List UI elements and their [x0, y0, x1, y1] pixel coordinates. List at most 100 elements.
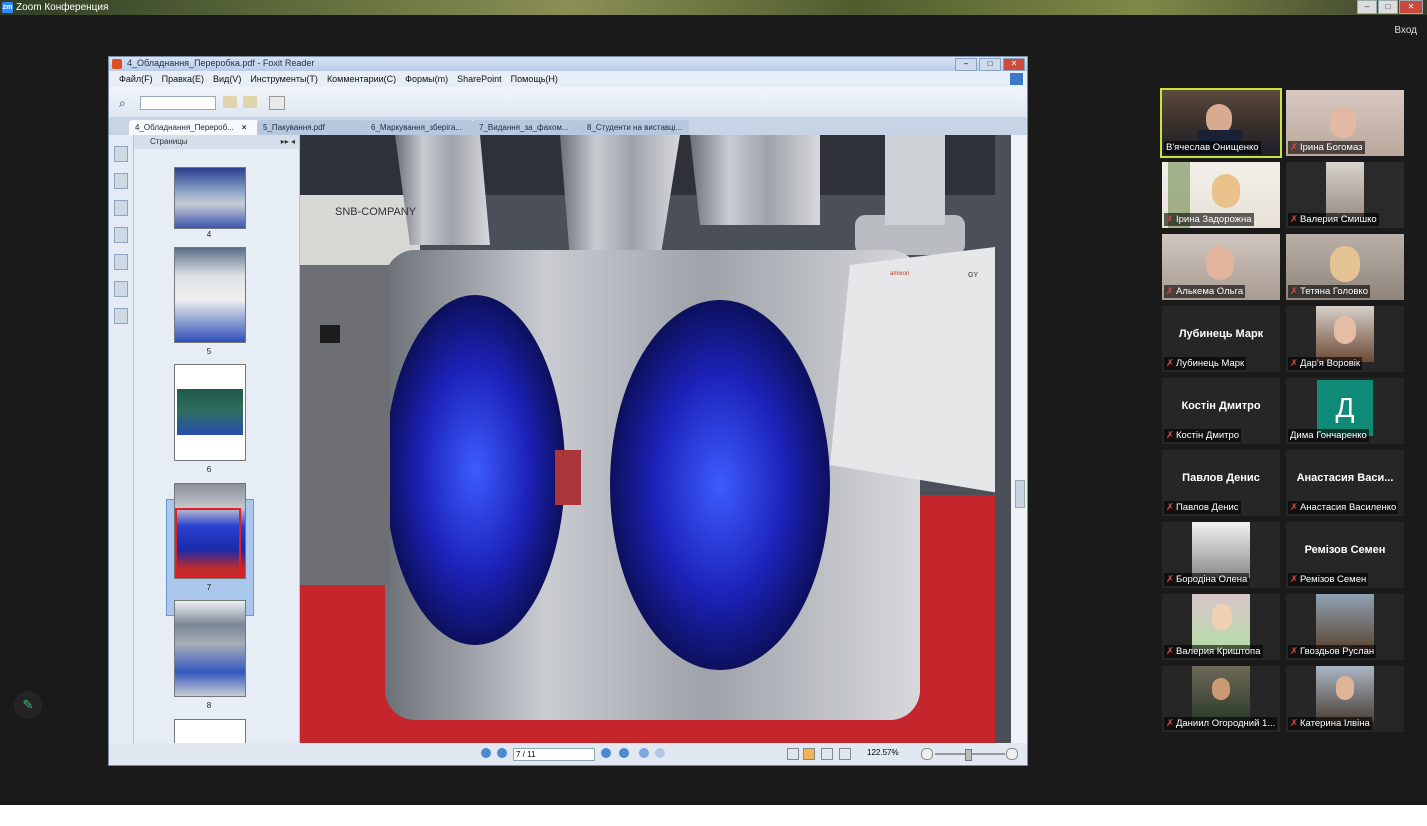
foxit-toolbar: ⌕ [109, 87, 1027, 117]
page-thumbnail-5[interactable] [174, 247, 246, 343]
shared-screen-foxit-window[interactable]: 4_Обладнання_Переробка.pdf - Foxit Reade… [108, 56, 1028, 766]
participant-tile-dyma-honcharenko[interactable]: Д Дима Гончаренко [1286, 378, 1404, 444]
document-view[interactable]: SNB-COMPANY amixon GY [300, 135, 1011, 743]
participant-display-name: Анастасия Васи... [1296, 472, 1394, 484]
close-icon[interactable]: ✕ [1399, 0, 1423, 14]
participant-tile-anastasiya-vasylenko[interactable]: Анастасия Васи... ✗ Анастасия Василенко [1286, 450, 1404, 516]
participant-tile-valeriya-smyshko[interactable]: ✗ Валерия Смишко [1286, 162, 1404, 228]
security-icon[interactable] [114, 281, 128, 297]
tab-document-4[interactable]: 4_Обладнання_Перероб... × [129, 120, 259, 135]
participant-tile-daria-vorovik[interactable]: ✗ Дар'я Воровік [1286, 306, 1404, 372]
zoom-slider[interactable] [935, 749, 1005, 761]
participant-tile-tetiana-holovko[interactable]: ✗ Тетяна Головко [1286, 234, 1404, 300]
forward-icon[interactable] [655, 748, 665, 758]
participant-tile-vyacheslav[interactable]: В'ячеслав Онищенко [1160, 88, 1282, 158]
zoom-logo-icon: zm [2, 2, 13, 13]
page-thumbnail-4[interactable] [174, 167, 246, 229]
participant-name-text: Ірина Задорожна [1175, 214, 1252, 225]
bookmarks-icon[interactable] [114, 146, 128, 162]
tab-document-7[interactable]: 7_Видання_за_фахом... [473, 120, 581, 135]
panel-collapse-icon[interactable]: ▸▸ ◂ [281, 135, 295, 149]
svg-text:GY: GY [968, 272, 978, 279]
document-options-icon[interactable] [269, 96, 285, 110]
participant-name: ✗ Даниил Огородний 1... [1164, 717, 1278, 730]
binoculars-search-icon[interactable]: ⌕ [119, 96, 126, 111]
participant-display-name: Павлов Денис [1182, 472, 1260, 484]
participant-tile-alkema-olha[interactable]: ✗ Алькема Ольга [1162, 234, 1280, 300]
tab-document-6[interactable]: 6_Маркування_зберіга... [365, 120, 473, 135]
back-icon[interactable] [639, 748, 649, 758]
comments-icon[interactable] [114, 227, 128, 243]
first-page-icon[interactable] [481, 748, 491, 758]
close-icon[interactable]: ✕ [1003, 58, 1025, 71]
last-page-icon[interactable] [619, 748, 629, 758]
muted-mic-icon: ✗ [1166, 502, 1174, 513]
muted-mic-icon: ✗ [1290, 718, 1298, 729]
participant-tile-danyil-ohorodnyi[interactable]: ✗ Даниил Огородний 1... [1162, 666, 1280, 732]
previous-page-icon[interactable] [497, 748, 507, 758]
page-thumbnail-8[interactable] [174, 600, 246, 697]
page-number: 8 [206, 701, 212, 710]
tab-document-5[interactable]: 5_Пакування.pdf [257, 120, 365, 135]
participant-name: ✗ Катерина Ілвіна [1288, 717, 1372, 730]
zoom-in-icon[interactable] [1006, 748, 1018, 760]
menu-sharepoint[interactable]: SharePoint [457, 74, 502, 84]
participant-tile-valeriya-kryshtopa[interactable]: ✗ Валерия Криштопа [1162, 594, 1280, 660]
layers-icon[interactable] [114, 200, 128, 216]
participant-tile-remizov-semen[interactable]: Ремізов Семен ✗ Ремізов Семен [1286, 522, 1404, 588]
fullscreen-icon[interactable] [1010, 73, 1023, 85]
pages-icon[interactable] [114, 173, 128, 189]
participant-tile-pavlov-denys[interactable]: Павлов Денис ✗ Павлов Денис [1162, 450, 1280, 516]
facing-page-icon[interactable] [821, 748, 833, 760]
participant-tile-lubynets-mark[interactable]: Лубинець Марк ✗ Лубинець Марк [1162, 306, 1280, 372]
continuous-page-icon[interactable] [803, 748, 815, 760]
participant-tile-hvozdov-ruslan[interactable]: ✗ Гвоздьов Руслан [1286, 594, 1404, 660]
menu-tools[interactable]: Инструменты(T) [250, 74, 318, 84]
tab-close-icon[interactable]: × [242, 123, 247, 132]
tab-document-8[interactable]: 8_Студенти на виставці... [581, 120, 689, 135]
foxit-window-controls: ‒ □ ✕ [955, 58, 1025, 71]
page-thumbnail-7[interactable] [174, 483, 246, 579]
signin-button[interactable]: Вход [1394, 25, 1417, 36]
find-previous-icon[interactable] [223, 96, 237, 108]
zoom-out-icon[interactable] [921, 748, 933, 760]
minimize-icon[interactable]: ‒ [1357, 0, 1377, 14]
single-page-icon[interactable] [787, 748, 799, 760]
minimize-icon[interactable]: ‒ [955, 58, 977, 71]
next-page-icon[interactable] [601, 748, 611, 758]
participant-name: ✗ Ірина Задорожна [1164, 213, 1254, 226]
pages-panel: Страницы ▸▸ ◂ 4 5 6 7 8 [134, 135, 323, 743]
muted-mic-icon: ✗ [1290, 574, 1298, 585]
page-number: 7 [206, 583, 212, 592]
participant-tile-borodina-olena[interactable]: ✗ Бородіна Олена [1162, 522, 1280, 588]
maximize-icon[interactable]: □ [1378, 0, 1398, 14]
menu-forms[interactable]: Формы(m) [405, 74, 448, 84]
menu-help[interactable]: Помощь(H) [511, 74, 558, 84]
zoom-level[interactable]: 122.57% [867, 748, 899, 757]
participant-tile-kateryna-ilvina[interactable]: ✗ Катерина Ілвіна [1286, 666, 1404, 732]
maximize-icon[interactable]: □ [979, 58, 1001, 71]
search-input[interactable] [140, 96, 216, 110]
page-number-field[interactable]: 7 / 11 [513, 748, 595, 761]
participant-name-text: Анастасия Василенко [1299, 502, 1397, 513]
foxit-menubar: Файл(F) Правка(E) Вид(V) Инструменты(T) … [109, 71, 1027, 87]
window-controls: ‒ □ ✕ [1357, 0, 1423, 14]
menu-view[interactable]: Вид(V) [213, 74, 241, 84]
page-thumbnail-9[interactable] [174, 719, 246, 743]
menu-file[interactable]: Файл(F) [119, 74, 153, 84]
continuous-facing-icon[interactable] [839, 748, 851, 760]
annotate-pencil-icon[interactable]: ✎ [14, 691, 42, 719]
page-thumbnail-6[interactable] [174, 364, 246, 461]
participant-tile-iryna-bohomaz[interactable]: ✗ Ірина Богомаз [1286, 90, 1404, 156]
signatures-icon[interactable] [114, 308, 128, 324]
foxit-app-icon [112, 59, 122, 69]
menu-comments[interactable]: Комментарии(C) [327, 74, 396, 84]
attachments-icon[interactable] [114, 254, 128, 270]
find-next-icon[interactable] [243, 96, 257, 108]
participant-name-text: Катерина Ілвіна [1299, 718, 1370, 729]
menu-edit[interactable]: Правка(E) [162, 74, 204, 84]
participant-tile-kostin-dmytro[interactable]: Костін Дмитро ✗ Костін Дмитро [1162, 378, 1280, 444]
zoom-titlebar: zm Zoom Конференция ‒ □ ✕ [0, 0, 1427, 15]
document-scrollbar[interactable] [1011, 135, 1027, 743]
participant-tile-iryna-zadorozhna[interactable]: ✗ Ірина Задорожна [1162, 162, 1280, 228]
